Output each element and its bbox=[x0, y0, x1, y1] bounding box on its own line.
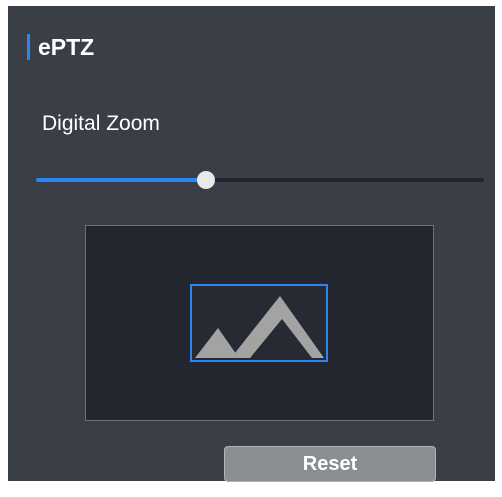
section-title-accent-bar bbox=[27, 34, 30, 60]
zoom-viewport-frame[interactable] bbox=[190, 284, 328, 362]
slider-fill bbox=[36, 178, 207, 182]
section-title: ePTZ bbox=[38, 34, 95, 60]
digital-zoom-slider[interactable] bbox=[36, 168, 484, 192]
digital-zoom-label: Digital Zoom bbox=[42, 112, 160, 135]
image-landscape-icon bbox=[195, 296, 324, 358]
slider-thumb[interactable] bbox=[197, 171, 216, 189]
mountain-small bbox=[195, 328, 239, 358]
reset-button[interactable]: Reset bbox=[224, 446, 436, 482]
zoom-preview-window bbox=[85, 225, 434, 421]
mountain-large bbox=[231, 296, 324, 358]
